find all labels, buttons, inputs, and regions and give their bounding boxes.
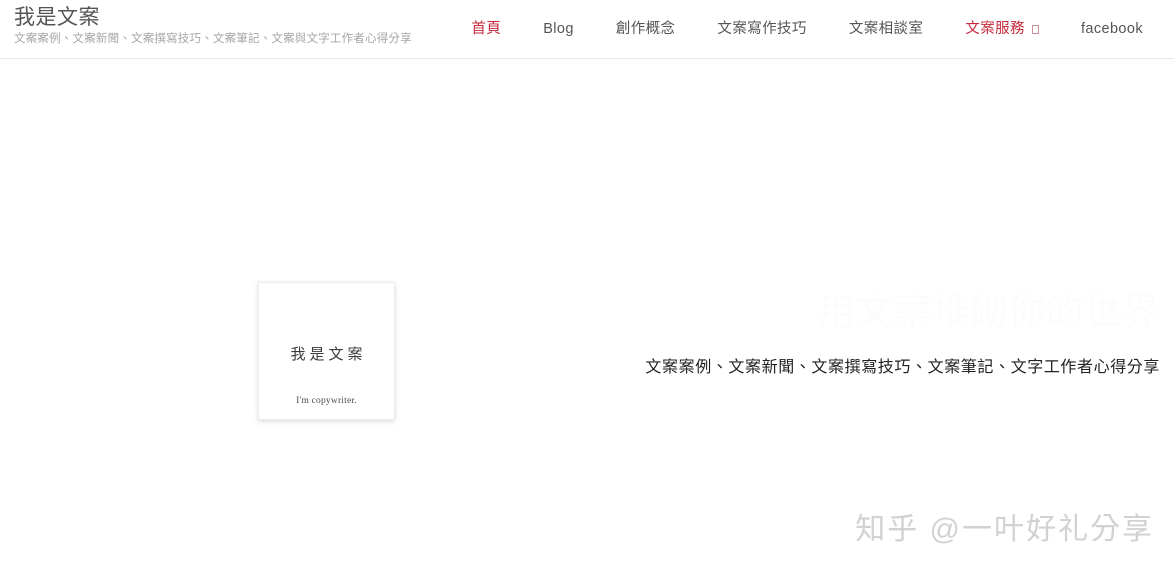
nav-item-label: 創作概念 <box>615 21 676 37</box>
main-navigation: 首頁 Blog 創作概念 文案寫作技巧 文案相談室 文案服務 facebook <box>450 0 1164 59</box>
nav-item-label: facebook <box>1080 21 1143 37</box>
hero-subtitle: 文案案例、文案新聞、文案撰寫技巧、文案筆記、文字工作者心得分享 <box>645 359 1160 376</box>
hero-copy-block: 用文案堆砌你的世界 文案案例、文案新聞、文案撰寫技巧、文案筆記、文字工作者心得分… <box>620 288 1160 380</box>
hero-card-title: 我是文案 <box>290 346 367 363</box>
nav-item-label: 文案相談室 <box>848 21 924 37</box>
nav-item-label: 首頁 <box>471 21 502 37</box>
nav-item-label: 文案服務 <box>965 21 1025 37</box>
brand-block[interactable]: 我是文案 文案案例、文案新聞、文案撰寫技巧、文案筆記、文案與文字工作者心得分享 <box>14 5 444 47</box>
nav-item-facebook[interactable]: facebook <box>1060 0 1164 59</box>
site-title: 我是文案 <box>14 6 100 29</box>
nav-item-copywriting-service[interactable]: 文案服務 <box>944 0 1060 59</box>
hero-card-subtitle: I'm copywriter. <box>296 396 357 406</box>
hero-section: 我是文案 I'm copywriter. 用文案堆砌你的世界 文案案例、文案新聞… <box>0 60 1174 567</box>
nav-item-copywriting-skills[interactable]: 文案寫作技巧 <box>696 0 827 59</box>
nav-item-creative-concept[interactable]: 創作概念 <box>595 0 697 59</box>
site-header: 我是文案 文案案例、文案新聞、文案撰寫技巧、文案筆記、文案與文字工作者心得分享 … <box>0 0 1174 59</box>
zhihu-watermark: 知乎 @一叶好礼分享 <box>855 513 1154 546</box>
chevron-down-icon <box>1031 25 1039 34</box>
nav-item-consulting-room[interactable]: 文案相談室 <box>828 0 945 59</box>
hero-ghost-heading: 用文案堆砌你的世界 <box>818 291 1160 332</box>
nav-item-label: 文案寫作技巧 <box>717 21 807 37</box>
nav-item-label: Blog <box>543 21 574 37</box>
nav-item-blog[interactable]: Blog <box>522 0 595 59</box>
hero-logo-card[interactable]: 我是文案 I'm copywriter. <box>258 282 395 420</box>
site-tagline: 文案案例、文案新聞、文案撰寫技巧、文案筆記、文案與文字工作者心得分享 <box>14 33 412 45</box>
nav-item-home[interactable]: 首頁 <box>450 0 522 59</box>
